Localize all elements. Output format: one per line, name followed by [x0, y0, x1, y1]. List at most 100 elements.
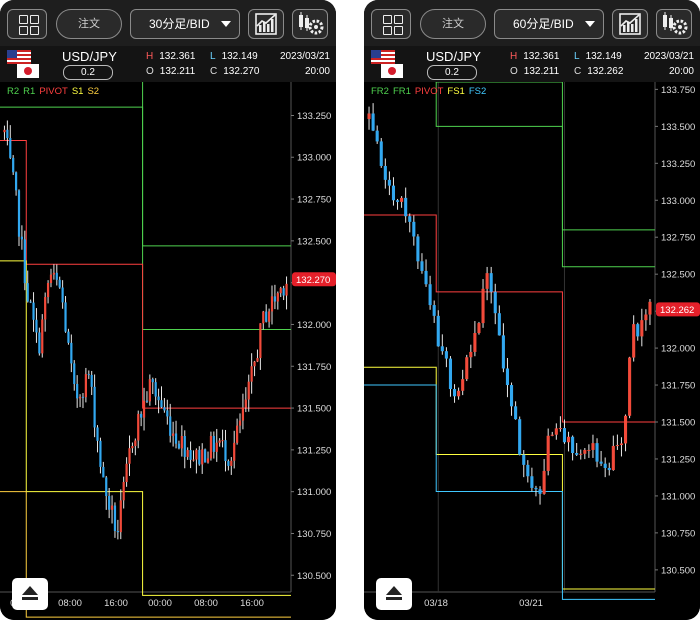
- candle: [204, 448, 207, 463]
- close-value: C 132.262: [574, 66, 624, 77]
- candle-body: [262, 311, 265, 324]
- candle-body: [375, 130, 379, 142]
- candle-body: [105, 477, 108, 497]
- time-tick-label: 16:00: [104, 598, 128, 609]
- price-tick-label: 133.000: [297, 153, 331, 164]
- candle-body: [440, 346, 444, 352]
- candle-body: [41, 319, 44, 354]
- price-tick-label: 133.500: [661, 122, 695, 133]
- chart-settings-button[interactable]: [656, 9, 692, 39]
- candle: [518, 416, 522, 456]
- spread-badge: 0.2: [427, 65, 477, 80]
- candle-body: [221, 440, 224, 442]
- currency-pair[interactable]: USD/JPY: [426, 49, 481, 64]
- candle-body: [501, 335, 505, 369]
- legend-item-pivot: PIVOT: [39, 86, 68, 97]
- candle-body: [648, 301, 652, 315]
- candle: [41, 314, 44, 358]
- candle-body: [489, 273, 493, 292]
- candle-body: [505, 368, 510, 386]
- candle-body: [522, 454, 526, 465]
- price-tick-label: 131.500: [297, 404, 331, 415]
- candle: [628, 356, 632, 419]
- candle-body: [20, 236, 24, 240]
- legend-item-r1: R1: [23, 86, 36, 97]
- candle-body: [412, 221, 416, 237]
- candle-body: [599, 461, 603, 464]
- candle-body: [70, 342, 73, 364]
- candle-body: [452, 389, 457, 397]
- candle-body: [615, 445, 619, 447]
- candle-body: [78, 396, 82, 399]
- candle-body: [387, 179, 391, 186]
- chart-settings-button[interactable]: [292, 9, 328, 39]
- time-tick-label: 08:00: [58, 598, 82, 609]
- candle-body: [81, 396, 85, 398]
- candle-body: [142, 400, 146, 418]
- time-label: 20:00: [668, 66, 694, 77]
- order-button[interactable]: 注文: [56, 9, 122, 39]
- candle-body: [230, 460, 233, 466]
- candle: [379, 138, 383, 168]
- price-chart[interactable]: 133.250133.000132.750132.500132.250132.0…: [0, 82, 336, 620]
- candle-body: [554, 428, 558, 435]
- legend-item-pivot: PIVOT: [414, 86, 444, 97]
- price-tick-label: 131.750: [661, 381, 695, 392]
- usd-jpy-flag-icon: [371, 50, 403, 78]
- candle-body: [113, 505, 117, 531]
- price-tick-label: 131.250: [297, 445, 331, 456]
- candle-body: [116, 530, 119, 533]
- price-chart[interactable]: 133.750 133.500 133.250 133.000 132.750 132.5…: [364, 82, 700, 620]
- period-label: 60分足/BID: [513, 17, 574, 31]
- candle-body: [44, 297, 47, 320]
- candle-body: [530, 476, 534, 488]
- price-tick-label: 131.000: [297, 487, 331, 498]
- candle-body: [469, 351, 473, 358]
- period-select[interactable]: 60分足/BID: [494, 9, 604, 39]
- candle-body: [383, 165, 387, 180]
- candle-body: [215, 442, 218, 452]
- candle-body: [273, 296, 277, 302]
- low-value: L 132.149: [574, 51, 622, 62]
- price-tick-label: 132.000: [661, 344, 695, 355]
- candle-body: [566, 436, 571, 443]
- indicator-button[interactable]: [248, 9, 284, 39]
- candle-body: [256, 358, 259, 362]
- price-tick-label: 131.750: [297, 362, 331, 373]
- close-value: C 132.270: [210, 66, 260, 77]
- candle-body: [102, 466, 105, 478]
- price-tick-label: 132.000: [297, 320, 331, 331]
- candle-body: [485, 273, 489, 289]
- price-tick-label: 133.250: [297, 111, 331, 122]
- indicator-button[interactable]: [612, 9, 648, 39]
- price-tick-label: 130.500: [297, 571, 331, 582]
- currency-pair[interactable]: USD/JPY: [62, 49, 117, 64]
- chart-indicator-icon: [255, 13, 277, 35]
- collapse-button[interactable]: [12, 578, 48, 610]
- candle-body: [183, 435, 186, 457]
- candle-body: [233, 442, 236, 461]
- candle-body: [163, 407, 166, 411]
- menu-grid-button[interactable]: [7, 9, 47, 39]
- candle-body: [276, 293, 279, 302]
- period-select[interactable]: 30分足/BID: [130, 9, 240, 39]
- candle-body: [128, 448, 131, 464]
- candle-body: [571, 436, 575, 454]
- candle-body: [636, 324, 640, 337]
- candle-body: [595, 443, 599, 462]
- candle-body: [518, 419, 522, 455]
- candle-body: [67, 331, 70, 343]
- candle-body: [32, 302, 35, 320]
- candle-body: [509, 385, 514, 407]
- date-label: 2023/03/21: [279, 51, 330, 62]
- legend-item-fs2: FS2: [468, 86, 487, 97]
- candle-body: [180, 435, 183, 449]
- candle-body: [145, 400, 149, 402]
- order-button[interactable]: 注文: [420, 9, 486, 39]
- candle-body: [607, 467, 611, 471]
- collapse-button[interactable]: [376, 578, 412, 610]
- candle-body: [267, 311, 271, 322]
- menu-grid-button[interactable]: [371, 9, 411, 39]
- candle-body: [212, 435, 215, 452]
- candle-body: [227, 461, 230, 466]
